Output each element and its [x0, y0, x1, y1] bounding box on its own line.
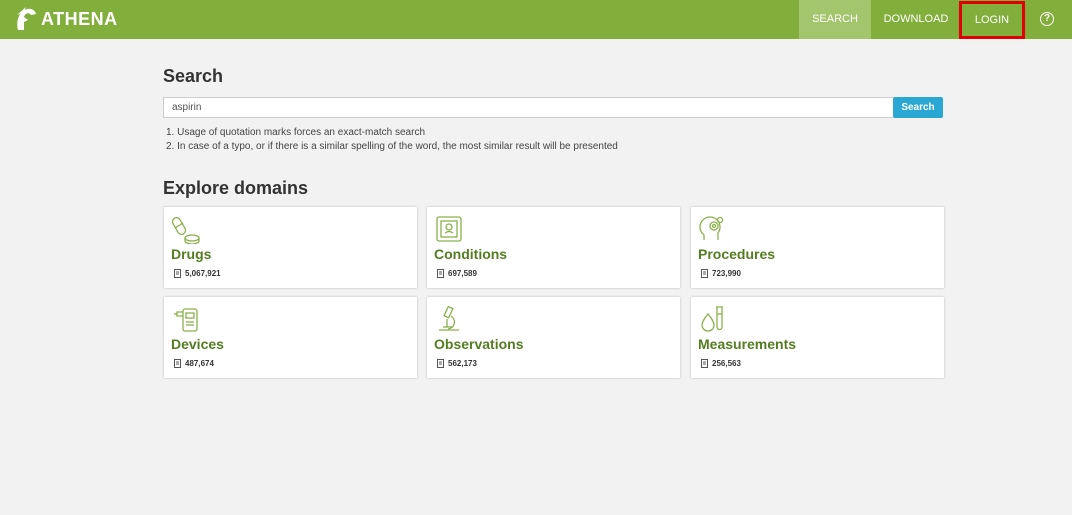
domain-count: 697,589 [437, 269, 477, 278]
domain-count-value: 723,990 [712, 269, 741, 278]
document-icon [174, 359, 181, 368]
domain-card-procedures[interactable]: Procedures 723,990 [691, 207, 944, 288]
domain-count-value: 562,173 [448, 359, 477, 368]
domain-count-value: 256,563 [712, 359, 741, 368]
domain-title: Drugs [171, 246, 212, 262]
logo-text: ATHENA [41, 8, 118, 29]
x-ray-icon [436, 216, 462, 242]
pill-icon [171, 217, 200, 244]
domain-card-drugs[interactable]: Drugs 5,067,921 [164, 207, 417, 288]
document-icon [701, 269, 708, 278]
domain-count: 256,563 [701, 359, 741, 368]
nav-download-tab[interactable]: DOWNLOAD [875, 0, 957, 39]
document-icon [437, 269, 444, 278]
domain-title: Observations [434, 336, 524, 352]
medical-device-icon [174, 308, 198, 332]
microscope-icon [439, 305, 459, 331]
search-button[interactable]: Search [893, 97, 943, 118]
question-circle-icon: ? [1040, 12, 1054, 27]
search-heading: Search [163, 66, 224, 86]
domain-count: 562,173 [437, 359, 477, 368]
search-input[interactable] [163, 97, 893, 118]
head-gear-icon [699, 216, 724, 240]
domain-title: Devices [171, 336, 224, 352]
search-hint-1: 1. Usage of quotation marks forces an ex… [166, 127, 426, 138]
help-button[interactable]: ? [1035, 0, 1059, 39]
domain-count-value: 487,674 [185, 359, 214, 368]
domain-title: Conditions [434, 246, 508, 262]
nav-search-tab[interactable]: SEARCH [799, 0, 871, 39]
document-icon [174, 269, 181, 278]
domain-count: 723,990 [701, 269, 741, 278]
document-icon [437, 359, 444, 368]
domain-count-value: 5,067,921 [185, 269, 221, 278]
domain-title: Procedures [698, 246, 776, 262]
athena-logo[interactable]: ATHENA [14, 5, 118, 33]
search-hint-2: 2. In case of a typo, or if there is a s… [166, 141, 618, 152]
domain-card-measurements[interactable]: Measurements 256,563 [691, 297, 944, 378]
search-hints: 1. Usage of quotation marks forces an ex… [166, 126, 618, 154]
domain-count: 5,067,921 [174, 269, 221, 278]
domain-card-conditions[interactable]: Conditions 697,589 [427, 207, 680, 288]
domain-title: Measurements [698, 336, 797, 352]
domain-card-observations[interactable]: Observations 562,173 [427, 297, 680, 378]
helmet-logo-icon [17, 7, 36, 30]
test-tube-icon [701, 306, 723, 332]
explore-heading: Explore domains [163, 178, 309, 198]
nav-login-tab[interactable]: LOGIN [959, 1, 1025, 39]
domain-count: 487,674 [174, 359, 214, 368]
domain-count-value: 697,589 [448, 269, 477, 278]
document-icon [701, 359, 708, 368]
domain-card-devices[interactable]: Devices 487,674 [164, 297, 417, 378]
top-navbar: ATHENA SEARCH DOWNLOAD LOGIN ? [0, 0, 1072, 39]
